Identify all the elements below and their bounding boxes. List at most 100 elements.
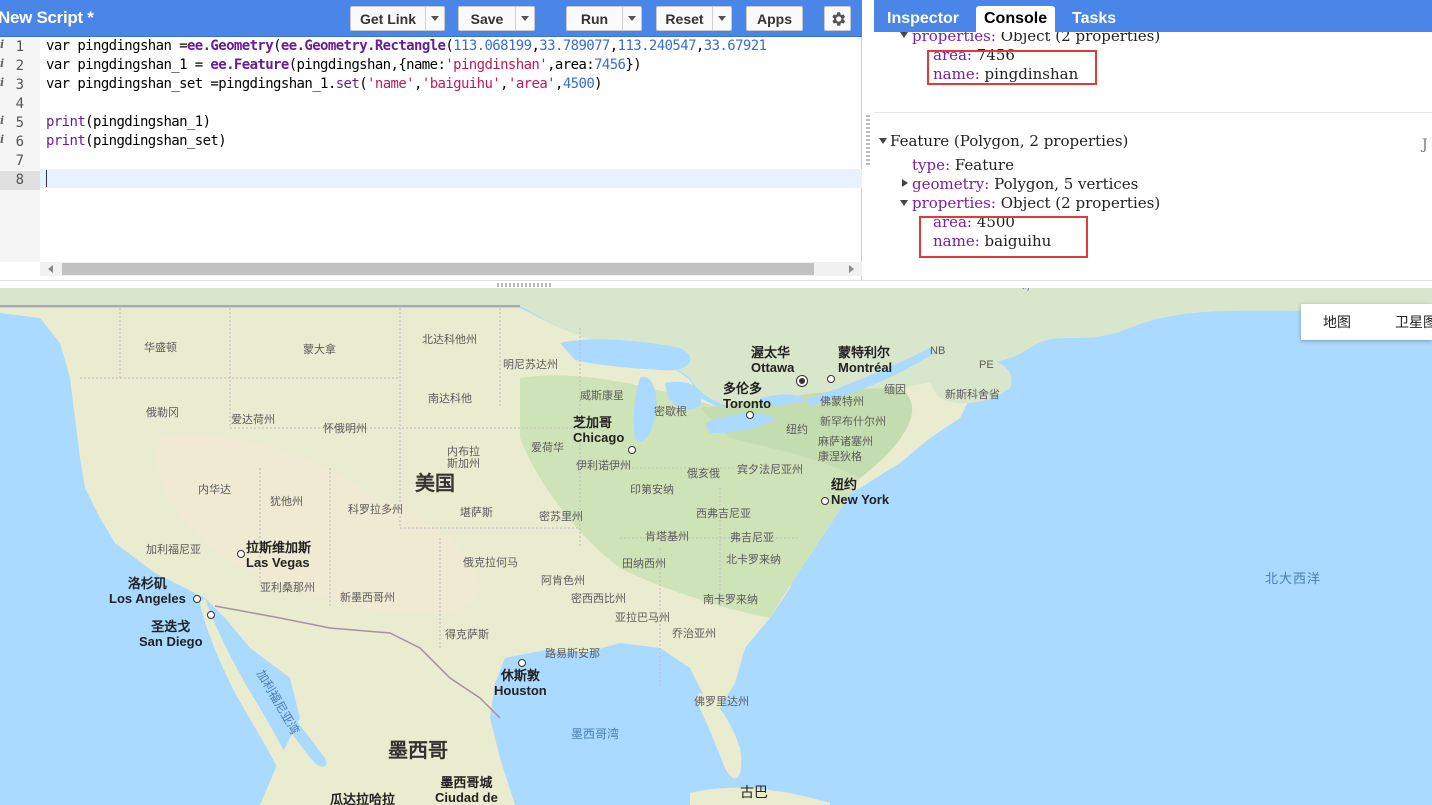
highlight-box <box>927 50 1097 85</box>
map-label-state: 乔治亚州 <box>672 628 716 640</box>
city-marker[interactable] <box>821 497 829 505</box>
collapse-icon[interactable] <box>900 32 908 38</box>
editor-toolbar: New Script * Get Link Save Run Reset App… <box>0 0 862 37</box>
city-marker[interactable] <box>518 659 526 667</box>
map-label-state: 内华达 <box>198 484 231 496</box>
city-marker[interactable] <box>746 411 754 419</box>
city-toronto: 多伦多 Toronto <box>723 381 772 411</box>
info-icon[interactable]: i <box>0 76 4 89</box>
map-label-state: 麻萨诸塞州 <box>818 436 873 448</box>
info-icon[interactable]: i <box>0 133 4 146</box>
gutter-line-2: i2 <box>0 57 24 74</box>
script-title[interactable]: New Script * <box>0 8 94 28</box>
map-label-state: 爱荷华 <box>531 442 564 454</box>
code-line-5[interactable]: print(pingdingshan_1) <box>46 113 211 132</box>
map-label-state: 俄亥俄 <box>687 468 720 480</box>
city-marker[interactable] <box>628 446 636 454</box>
gutter-line-6: i6 <box>0 133 24 150</box>
city-marker[interactable] <box>237 550 245 558</box>
apps-button[interactable]: Apps <box>746 6 803 31</box>
map-label-state: 新罕布什尔州 <box>820 416 886 428</box>
settings-button[interactable] <box>824 6 851 31</box>
console-feature-header[interactable]: Feature (Polygon, 2 properties) <box>890 132 1128 151</box>
map-label-state: 弗吉尼亚 <box>730 532 774 544</box>
map-label-state: 北达科他州 <box>422 334 477 346</box>
city-san-diego: 圣迭戈 San Diego <box>139 619 203 649</box>
code-line-1[interactable]: var pingdingshan =ee.Geometry(ee.Geometr… <box>46 37 767 56</box>
map-label-state: 佛蒙特州 <box>820 396 864 408</box>
map-label-state: 西弗吉尼亚 <box>696 508 751 520</box>
map-label-country: 美国 <box>415 473 455 495</box>
tab-inspector[interactable]: Inspector <box>879 6 967 32</box>
map-label-state: 犹他州 <box>270 496 303 508</box>
city-marker[interactable] <box>207 611 215 619</box>
active-line-highlight <box>40 169 862 188</box>
city-montreal: 蒙特利尔 Montréal <box>838 345 893 375</box>
map-label-state: 亚拉巴马州 <box>615 612 670 624</box>
expand-icon[interactable] <box>902 179 908 187</box>
scrollbar-thumb[interactable] <box>62 263 814 275</box>
get-link-button[interactable]: Get Link <box>350 6 445 31</box>
info-icon[interactable]: i <box>0 38 4 51</box>
vertical-splitter[interactable] <box>862 0 874 282</box>
map-label-state: 纽约 <box>786 424 808 436</box>
map-type-control: 地图 卫星图 <box>1301 304 1432 340</box>
get-link-dropdown-icon[interactable] <box>425 7 444 30</box>
code-line-2[interactable]: var pingdingshan_1 = ee.Feature(pingding… <box>46 56 642 75</box>
gear-icon <box>831 11 845 26</box>
reset-label: Reset <box>665 10 704 27</box>
gutter-line-5: i5 <box>0 114 24 131</box>
tab-console[interactable]: Console <box>976 6 1056 32</box>
horizontal-splitter[interactable] <box>0 280 1432 288</box>
city-marker[interactable] <box>797 376 807 386</box>
console-properties-row[interactable]: properties: Object (2 properties) <box>912 32 1160 46</box>
console-type-row: type: Feature <box>912 156 1014 174</box>
map-label-state: 新斯科舍省 <box>945 389 1000 401</box>
reset-dropdown-icon[interactable] <box>712 7 731 30</box>
collapse-icon[interactable] <box>900 200 908 206</box>
console-output: properties: Object (2 properties) area: … <box>874 32 1432 282</box>
save-button[interactable]: Save <box>458 6 535 31</box>
map-label-state: 阿肯色州 <box>541 575 585 587</box>
save-dropdown-icon[interactable] <box>515 7 534 30</box>
map-label-state: 内布拉斯加州 <box>447 446 480 470</box>
line-number-gutter: i1 i2 i3 4 i5 i6 7 8 <box>0 37 40 262</box>
reset-button[interactable]: Reset <box>656 6 732 31</box>
map-label-state: 康涅狄格 <box>818 451 862 463</box>
map-view[interactable]: 北大西洋 墨西哥湾 加利福尼亚湾 圣弗 美国 墨西哥 华盛顿 蒙大拿 北达科他州… <box>0 288 1432 805</box>
map-label-state: 路易斯安那 <box>545 648 600 660</box>
code-line-3[interactable]: var pingdingshan_set =pingdingshan_1.set… <box>46 75 603 94</box>
map-label-state: 得克萨斯 <box>445 629 489 641</box>
city-las-vegas: 拉斯维加斯 Las Vegas <box>246 540 312 570</box>
city-ottawa: 渥太华 Ottawa <box>751 345 795 375</box>
map-label-state: 佛罗里达州 <box>694 696 749 708</box>
collapse-icon[interactable] <box>879 138 887 144</box>
map-type-map-button[interactable]: 地图 <box>1301 304 1373 340</box>
horizontal-scrollbar[interactable] <box>40 262 862 276</box>
splitter-grip-icon[interactable] <box>866 115 870 165</box>
scroll-left-icon[interactable] <box>48 265 53 273</box>
code-area[interactable]: var pingdingshan =ee.Geometry(ee.Geometr… <box>40 37 862 262</box>
city-marker[interactable] <box>193 595 201 603</box>
json-toggle[interactable]: J <box>1422 136 1428 155</box>
map-label-state: 怀俄明州 <box>323 423 367 435</box>
console-properties-row[interactable]: properties: Object (2 properties) <box>912 194 1160 213</box>
map-label-state: 密歇根 <box>654 406 687 418</box>
tab-tasks[interactable]: Tasks <box>1064 6 1124 32</box>
splitter-grip-icon[interactable] <box>497 283 551 287</box>
map-label-ocean: 北大西洋 <box>1265 571 1322 586</box>
run-button[interactable]: Run <box>566 6 642 31</box>
highlight-box <box>919 216 1088 258</box>
console-geometry-row[interactable]: geometry: Polygon, 5 vertices <box>912 175 1138 194</box>
run-label: Run <box>580 10 609 27</box>
info-icon[interactable]: i <box>0 57 4 70</box>
city-los-angeles: 洛杉矶 Los Angeles <box>109 576 186 606</box>
code-line-6[interactable]: print(pingdingshan_set) <box>46 132 227 151</box>
info-icon[interactable]: i <box>0 114 4 127</box>
scroll-right-icon[interactable] <box>849 265 854 273</box>
map-type-satellite-button[interactable]: 卫星图 <box>1373 304 1432 340</box>
run-dropdown-icon[interactable] <box>622 7 641 30</box>
map-label-state: 科罗拉多州 <box>348 504 403 516</box>
city-marker[interactable] <box>827 375 835 383</box>
map-label-state: 北卡罗来纳 <box>726 554 781 566</box>
